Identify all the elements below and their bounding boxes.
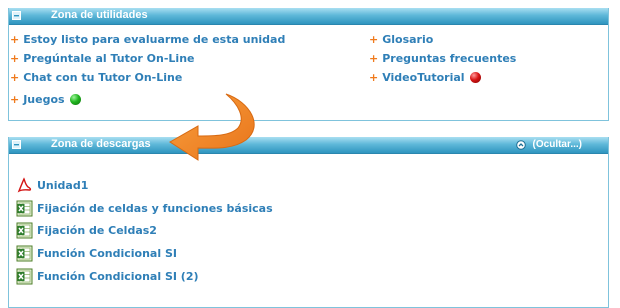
hide-circle-icon[interactable] xyxy=(516,140,526,150)
downloads-title: Zona de descargas xyxy=(51,138,151,150)
collapse-icon[interactable] xyxy=(12,11,21,20)
download-item[interactable]: Unidad1 xyxy=(16,176,88,194)
plus-icon: + xyxy=(10,71,20,84)
download-label[interactable]: Función Condicional SI xyxy=(37,247,177,260)
download-label[interactable]: Fijación de celdas y funciones básicas xyxy=(37,202,273,215)
video-tutorial-link[interactable]: + VideoTutorial xyxy=(369,71,481,84)
plus-icon: + xyxy=(369,71,379,84)
download-item[interactable]: Fijación de Celdas2 xyxy=(16,221,157,239)
download-label[interactable]: Unidad1 xyxy=(37,179,88,192)
curved-arrow-icon xyxy=(169,93,255,161)
faq-link[interactable]: + Preguntas frecuentes xyxy=(369,52,516,65)
excel-icon xyxy=(16,268,33,284)
utilities-header: Zona de utilidades xyxy=(9,8,608,25)
collapse-icon[interactable] xyxy=(12,140,21,149)
ask-tutor-link[interactable]: + Pregúntale al Tutor On-Line xyxy=(10,52,194,65)
plus-icon: + xyxy=(10,33,20,46)
red-dot-icon xyxy=(469,72,481,83)
excel-icon xyxy=(16,200,33,216)
download-item[interactable]: Función Condicional SI (2) xyxy=(16,267,199,285)
utilities-title: Zona de utilidades xyxy=(51,9,148,21)
plus-icon: + xyxy=(369,52,379,65)
excel-icon xyxy=(16,245,33,261)
plus-icon: + xyxy=(10,93,20,106)
plus-icon: + xyxy=(369,33,379,46)
plus-icon: + xyxy=(10,52,20,65)
downloads-panel: Zona de descargas (Ocultar...) Unidad1 F… xyxy=(8,137,609,308)
green-dot-icon xyxy=(69,94,81,105)
downloads-header: Zona de descargas (Ocultar...) xyxy=(9,137,608,154)
download-label[interactable]: Función Condicional SI (2) xyxy=(37,270,199,283)
excel-icon xyxy=(16,222,33,238)
pdf-icon xyxy=(17,176,32,193)
download-item[interactable]: Función Condicional SI xyxy=(16,244,177,262)
utilities-panel: Zona de utilidades + Estoy listo para eva… xyxy=(8,8,609,121)
chat-tutor-link[interactable]: + Chat con tu Tutor On-Line xyxy=(10,71,182,84)
download-item[interactable]: Fijación de celdas y funciones básicas xyxy=(16,199,273,217)
download-label[interactable]: Fijación de Celdas2 xyxy=(37,224,157,237)
hide-link[interactable]: (Ocultar...) xyxy=(533,139,582,150)
games-link[interactable]: + Juegos xyxy=(10,93,81,106)
evaluate-unit-link[interactable]: + Estoy listo para evaluarme de esta unid… xyxy=(10,33,285,46)
glossary-link[interactable]: + Glosario xyxy=(369,33,433,46)
